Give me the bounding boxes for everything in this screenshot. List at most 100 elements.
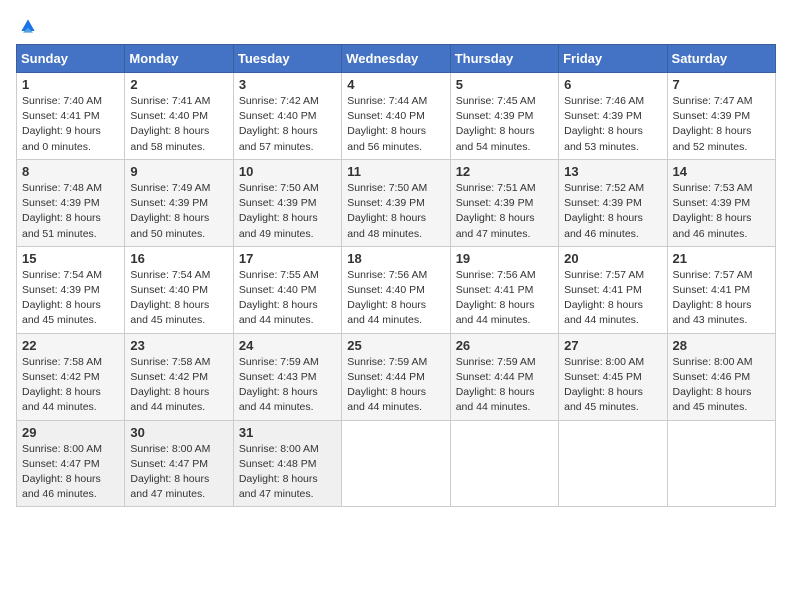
day-number: 15 [22,251,119,266]
day-number: 20 [564,251,661,266]
day-info: Sunrise: 7:54 AM Sunset: 4:39 PM Dayligh… [22,268,119,329]
calendar-cell [559,420,667,507]
calendar-cell: 21 Sunrise: 7:57 AM Sunset: 4:41 PM Dayl… [667,246,775,333]
calendar-cell: 3 Sunrise: 7:42 AM Sunset: 4:40 PM Dayli… [233,73,341,160]
calendar-cell: 23 Sunrise: 7:58 AM Sunset: 4:42 PM Dayl… [125,333,233,420]
page-header [16,16,776,36]
calendar-cell: 20 Sunrise: 7:57 AM Sunset: 4:41 PM Dayl… [559,246,667,333]
day-number: 23 [130,338,227,353]
calendar-cell: 16 Sunrise: 7:54 AM Sunset: 4:40 PM Dayl… [125,246,233,333]
day-number: 28 [673,338,770,353]
calendar-cell: 8 Sunrise: 7:48 AM Sunset: 4:39 PM Dayli… [17,159,125,246]
day-number: 8 [22,164,119,179]
day-info: Sunrise: 7:45 AM Sunset: 4:39 PM Dayligh… [456,94,553,155]
day-number: 6 [564,77,661,92]
header-sunday: Sunday [17,45,125,73]
calendar-week-4: 22 Sunrise: 7:58 AM Sunset: 4:42 PM Dayl… [17,333,776,420]
calendar-cell: 25 Sunrise: 7:59 AM Sunset: 4:44 PM Dayl… [342,333,450,420]
day-info: Sunrise: 7:58 AM Sunset: 4:42 PM Dayligh… [130,355,227,416]
calendar-table: SundayMondayTuesdayWednesdayThursdayFrid… [16,44,776,507]
day-number: 19 [456,251,553,266]
day-number: 10 [239,164,336,179]
day-info: Sunrise: 7:56 AM Sunset: 4:40 PM Dayligh… [347,268,444,329]
day-info: Sunrise: 7:40 AM Sunset: 4:41 PM Dayligh… [22,94,119,155]
calendar-cell: 19 Sunrise: 7:56 AM Sunset: 4:41 PM Dayl… [450,246,558,333]
day-number: 9 [130,164,227,179]
calendar-cell: 22 Sunrise: 7:58 AM Sunset: 4:42 PM Dayl… [17,333,125,420]
day-number: 12 [456,164,553,179]
calendar-cell: 27 Sunrise: 8:00 AM Sunset: 4:45 PM Dayl… [559,333,667,420]
day-number: 25 [347,338,444,353]
calendar-cell: 5 Sunrise: 7:45 AM Sunset: 4:39 PM Dayli… [450,73,558,160]
calendar-cell: 1 Sunrise: 7:40 AM Sunset: 4:41 PM Dayli… [17,73,125,160]
day-number: 17 [239,251,336,266]
calendar-cell: 26 Sunrise: 7:59 AM Sunset: 4:44 PM Dayl… [450,333,558,420]
day-info: Sunrise: 7:59 AM Sunset: 4:44 PM Dayligh… [347,355,444,416]
day-number: 2 [130,77,227,92]
calendar-cell: 9 Sunrise: 7:49 AM Sunset: 4:39 PM Dayli… [125,159,233,246]
logo [16,16,38,36]
day-number: 29 [22,425,119,440]
day-number: 31 [239,425,336,440]
header-tuesday: Tuesday [233,45,341,73]
calendar-week-3: 15 Sunrise: 7:54 AM Sunset: 4:39 PM Dayl… [17,246,776,333]
day-info: Sunrise: 7:44 AM Sunset: 4:40 PM Dayligh… [347,94,444,155]
day-info: Sunrise: 7:47 AM Sunset: 4:39 PM Dayligh… [673,94,770,155]
day-number: 30 [130,425,227,440]
calendar-cell: 4 Sunrise: 7:44 AM Sunset: 4:40 PM Dayli… [342,73,450,160]
day-number: 16 [130,251,227,266]
calendar-cell: 24 Sunrise: 7:59 AM Sunset: 4:43 PM Dayl… [233,333,341,420]
calendar-cell: 18 Sunrise: 7:56 AM Sunset: 4:40 PM Dayl… [342,246,450,333]
calendar-cell [450,420,558,507]
calendar-cell: 29 Sunrise: 8:00 AM Sunset: 4:47 PM Dayl… [17,420,125,507]
day-info: Sunrise: 7:55 AM Sunset: 4:40 PM Dayligh… [239,268,336,329]
calendar-cell: 2 Sunrise: 7:41 AM Sunset: 4:40 PM Dayli… [125,73,233,160]
day-info: Sunrise: 7:54 AM Sunset: 4:40 PM Dayligh… [130,268,227,329]
day-info: Sunrise: 8:00 AM Sunset: 4:46 PM Dayligh… [673,355,770,416]
calendar-week-5: 29 Sunrise: 8:00 AM Sunset: 4:47 PM Dayl… [17,420,776,507]
calendar-week-2: 8 Sunrise: 7:48 AM Sunset: 4:39 PM Dayli… [17,159,776,246]
day-number: 11 [347,164,444,179]
calendar-cell: 15 Sunrise: 7:54 AM Sunset: 4:39 PM Dayl… [17,246,125,333]
day-info: Sunrise: 7:46 AM Sunset: 4:39 PM Dayligh… [564,94,661,155]
day-number: 1 [22,77,119,92]
day-info: Sunrise: 7:56 AM Sunset: 4:41 PM Dayligh… [456,268,553,329]
day-info: Sunrise: 8:00 AM Sunset: 4:47 PM Dayligh… [130,442,227,503]
header-saturday: Saturday [667,45,775,73]
calendar-cell [667,420,775,507]
day-info: Sunrise: 7:50 AM Sunset: 4:39 PM Dayligh… [239,181,336,242]
calendar-cell: 7 Sunrise: 7:47 AM Sunset: 4:39 PM Dayli… [667,73,775,160]
day-number: 22 [22,338,119,353]
day-info: Sunrise: 7:53 AM Sunset: 4:39 PM Dayligh… [673,181,770,242]
day-info: Sunrise: 7:57 AM Sunset: 4:41 PM Dayligh… [673,268,770,329]
calendar-cell: 6 Sunrise: 7:46 AM Sunset: 4:39 PM Dayli… [559,73,667,160]
day-number: 7 [673,77,770,92]
calendar-header-row: SundayMondayTuesdayWednesdayThursdayFrid… [17,45,776,73]
day-info: Sunrise: 7:41 AM Sunset: 4:40 PM Dayligh… [130,94,227,155]
day-number: 18 [347,251,444,266]
day-number: 3 [239,77,336,92]
calendar-cell: 17 Sunrise: 7:55 AM Sunset: 4:40 PM Dayl… [233,246,341,333]
calendar-cell: 10 Sunrise: 7:50 AM Sunset: 4:39 PM Dayl… [233,159,341,246]
logo-icon [18,16,38,36]
day-info: Sunrise: 7:48 AM Sunset: 4:39 PM Dayligh… [22,181,119,242]
header-monday: Monday [125,45,233,73]
day-info: Sunrise: 7:42 AM Sunset: 4:40 PM Dayligh… [239,94,336,155]
day-number: 21 [673,251,770,266]
day-number: 14 [673,164,770,179]
header-wednesday: Wednesday [342,45,450,73]
calendar-cell: 28 Sunrise: 8:00 AM Sunset: 4:46 PM Dayl… [667,333,775,420]
calendar-week-1: 1 Sunrise: 7:40 AM Sunset: 4:41 PM Dayli… [17,73,776,160]
calendar-cell: 13 Sunrise: 7:52 AM Sunset: 4:39 PM Dayl… [559,159,667,246]
day-number: 27 [564,338,661,353]
day-info: Sunrise: 7:49 AM Sunset: 4:39 PM Dayligh… [130,181,227,242]
day-info: Sunrise: 7:50 AM Sunset: 4:39 PM Dayligh… [347,181,444,242]
day-info: Sunrise: 7:58 AM Sunset: 4:42 PM Dayligh… [22,355,119,416]
day-number: 4 [347,77,444,92]
day-number: 5 [456,77,553,92]
header-friday: Friday [559,45,667,73]
day-info: Sunrise: 8:00 AM Sunset: 4:47 PM Dayligh… [22,442,119,503]
day-number: 13 [564,164,661,179]
calendar-cell: 31 Sunrise: 8:00 AM Sunset: 4:48 PM Dayl… [233,420,341,507]
day-info: Sunrise: 7:57 AM Sunset: 4:41 PM Dayligh… [564,268,661,329]
